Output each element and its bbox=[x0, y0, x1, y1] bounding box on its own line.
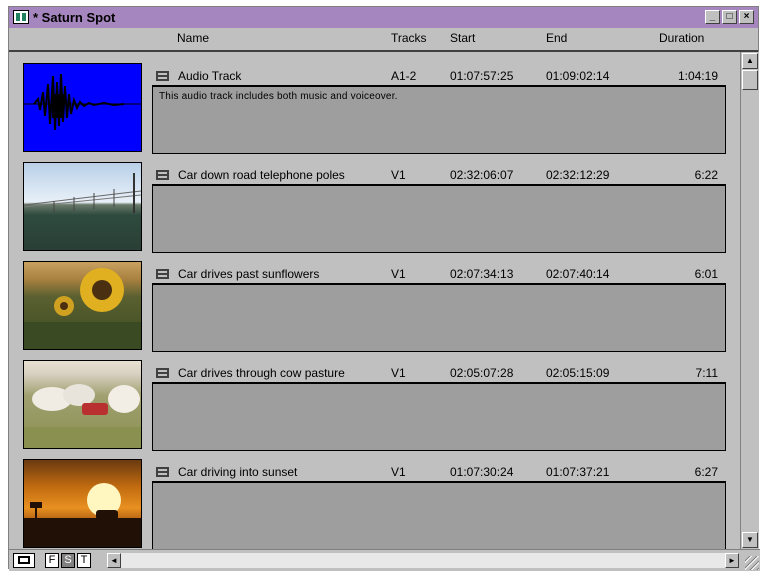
clip-header: Audio Track A1-2 01:07:57:25 01:09:02:14… bbox=[152, 67, 726, 85]
horizontal-scrollbar[interactable]: ◄ ► bbox=[107, 553, 739, 568]
film-clip-icon bbox=[156, 170, 169, 180]
clip-row[interactable]: Car down road telephone poles V1 02:32:0… bbox=[9, 151, 740, 253]
clip-tracks: V1 bbox=[391, 366, 406, 380]
clip-start: 01:07:30:24 bbox=[450, 465, 514, 479]
clip-end: 02:07:40:14 bbox=[546, 267, 610, 281]
clip-end: 02:32:12:29 bbox=[546, 168, 610, 182]
film-clip-icon bbox=[156, 368, 169, 378]
title-bar[interactable]: * Saturn Spot _ □ × bbox=[9, 7, 758, 28]
clip-tracks: A1-2 bbox=[391, 69, 417, 83]
clip-tracks: V1 bbox=[391, 465, 406, 479]
clip-thumbnail[interactable] bbox=[23, 261, 142, 350]
film-clip-icon bbox=[156, 71, 169, 81]
text-view-button[interactable]: T bbox=[77, 553, 91, 568]
clip-name[interactable]: Car drives through cow pasture bbox=[178, 366, 345, 380]
clip-thumbnail[interactable] bbox=[23, 63, 142, 152]
clip-name[interactable]: Audio Track bbox=[178, 69, 241, 83]
film-clip-icon bbox=[156, 269, 169, 279]
arrow-left-icon: ◄ bbox=[110, 556, 118, 565]
film-clip-icon bbox=[156, 467, 169, 477]
vertical-scrollbar[interactable]: ▲ ▼ bbox=[740, 52, 759, 549]
bin-icon bbox=[13, 10, 29, 24]
column-tracks[interactable]: Tracks bbox=[391, 31, 427, 45]
clip-duration: 1:04:19 bbox=[677, 69, 718, 83]
clip-row[interactable]: Car drives past sunflowers V1 02:07:34:1… bbox=[9, 250, 740, 352]
close-button[interactable]: × bbox=[739, 10, 754, 24]
clip-list: Audio Track A1-2 01:07:57:25 01:09:02:14… bbox=[9, 52, 740, 549]
clip-tracks: V1 bbox=[391, 267, 406, 281]
clip-name[interactable]: Car down road telephone poles bbox=[178, 168, 345, 182]
column-end[interactable]: End bbox=[546, 31, 567, 45]
window-title: * Saturn Spot bbox=[33, 10, 116, 25]
resize-grip[interactable] bbox=[745, 556, 759, 570]
sunflowers-icon bbox=[24, 268, 141, 349]
clip-thumbnail[interactable] bbox=[23, 360, 142, 449]
clip-start: 02:32:06:07 bbox=[450, 168, 514, 182]
scroll-left-button[interactable]: ◄ bbox=[107, 553, 121, 568]
clip-duration: 6:27 bbox=[694, 465, 718, 479]
clip-end: 01:07:37:21 bbox=[546, 465, 610, 479]
clip-duration: 7:11 bbox=[695, 366, 718, 380]
scroll-up-button[interactable]: ▲ bbox=[742, 53, 758, 69]
clip-header: Car drives through cow pasture V1 02:05:… bbox=[152, 364, 726, 382]
clip-notes[interactable]: This audio track includes both music and… bbox=[152, 85, 726, 154]
minimize-icon: _ bbox=[709, 11, 716, 22]
minimize-button[interactable]: _ bbox=[705, 10, 720, 24]
audio-waveform-icon bbox=[24, 73, 141, 131]
clip-start: 02:05:07:28 bbox=[450, 366, 514, 380]
clip-row[interactable]: Audio Track A1-2 01:07:57:25 01:09:02:14… bbox=[9, 52, 740, 154]
arrow-up-icon: ▲ bbox=[746, 56, 754, 65]
clip-end: 01:09:02:14 bbox=[546, 69, 610, 83]
clip-end: 02:05:15:09 bbox=[546, 366, 610, 380]
clip-thumbnail[interactable] bbox=[23, 162, 142, 251]
arrow-right-icon: ► bbox=[728, 556, 736, 565]
brief-view-icon bbox=[18, 556, 30, 564]
clip-header: Car driving into sunset V1 01:07:30:24 0… bbox=[152, 463, 726, 481]
scroll-right-button[interactable]: ► bbox=[725, 553, 739, 568]
script-view-button[interactable]: S bbox=[61, 553, 75, 568]
close-icon: × bbox=[743, 11, 750, 22]
scroll-down-button[interactable]: ▼ bbox=[742, 532, 758, 548]
column-start[interactable]: Start bbox=[450, 31, 475, 45]
arrow-down-icon: ▼ bbox=[746, 535, 754, 544]
clip-row[interactable]: Car drives through cow pasture V1 02:05:… bbox=[9, 349, 740, 451]
scroll-thumb[interactable] bbox=[742, 70, 758, 90]
clip-notes[interactable] bbox=[152, 184, 726, 253]
sunset-icon bbox=[24, 483, 141, 547]
column-name[interactable]: Name bbox=[177, 31, 209, 45]
telephone-poles-icon bbox=[24, 173, 141, 213]
clip-name[interactable]: Car drives past sunflowers bbox=[178, 267, 319, 281]
clip-row[interactable]: Car driving into sunset V1 01:07:30:24 0… bbox=[9, 448, 740, 549]
clip-start: 01:07:57:25 bbox=[450, 69, 514, 83]
brief-view-button[interactable] bbox=[13, 553, 35, 568]
clip-thumbnail[interactable] bbox=[23, 459, 142, 548]
clip-notes[interactable] bbox=[152, 481, 726, 549]
cow-pasture-icon bbox=[24, 384, 141, 448]
clip-header: Car drives past sunflowers V1 02:07:34:1… bbox=[152, 265, 726, 283]
maximize-button[interactable]: □ bbox=[722, 10, 737, 24]
bin-footer: F S T ◄ ► bbox=[9, 549, 760, 571]
clip-notes[interactable] bbox=[152, 382, 726, 451]
column-duration[interactable]: Duration bbox=[659, 31, 704, 45]
maximize-icon: □ bbox=[726, 11, 733, 22]
clip-tracks: V1 bbox=[391, 168, 406, 182]
clip-start: 02:07:34:13 bbox=[450, 267, 514, 281]
column-header: Name Tracks Start End Duration bbox=[9, 28, 758, 52]
clip-duration: 6:22 bbox=[694, 168, 718, 182]
bin-window: * Saturn Spot _ □ × Name Tracks Start En… bbox=[8, 6, 760, 571]
frame-view-button[interactable]: F bbox=[45, 553, 59, 568]
clip-notes[interactable] bbox=[152, 283, 726, 352]
clip-header: Car down road telephone poles V1 02:32:0… bbox=[152, 166, 726, 184]
clip-name[interactable]: Car driving into sunset bbox=[178, 465, 297, 479]
clip-duration: 6:01 bbox=[694, 267, 718, 281]
